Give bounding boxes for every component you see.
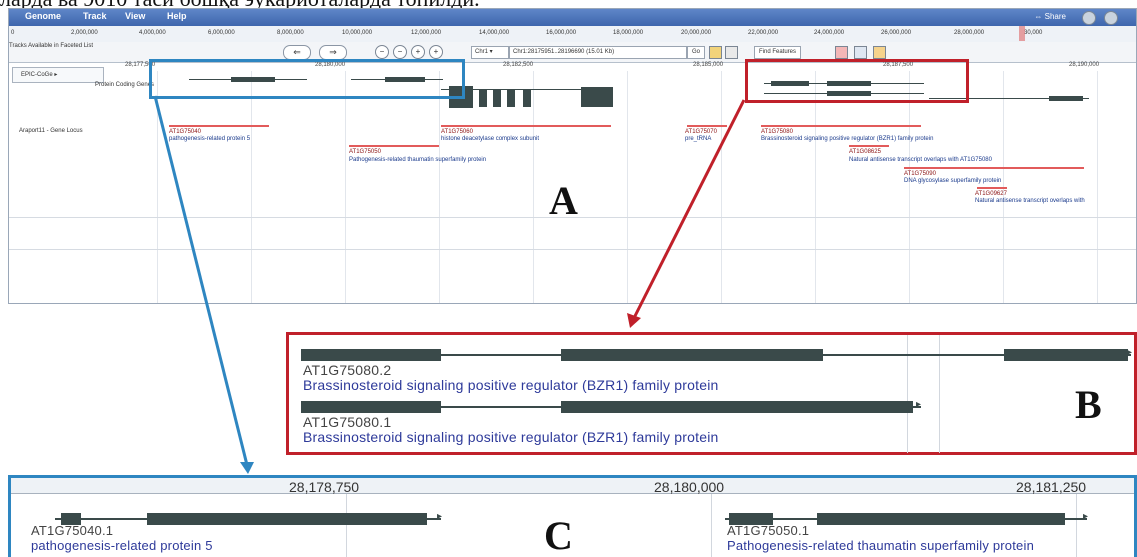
ruler-tick: 28,180,000 [654,479,725,495]
blue-connector-line [153,95,249,466]
exon [301,401,441,413]
transcript-desc: Brassinosteroid signaling positive regul… [303,429,719,445]
zoom-panel-c: 28,178,750 28,180,000 28,181,250 ▸ AT1G7… [8,475,1137,557]
exon [147,513,427,525]
ruler-tick: 28,181,250 [1016,479,1087,495]
red-connector-line [632,99,746,319]
strand-arrow-icon: ▸ [437,511,443,522]
connector-arrows [153,95,746,474]
strand-arrow-icon: ▸ [916,399,922,410]
transcript-desc: Brassinosteroid signaling positive regul… [303,377,719,393]
coordinate-ruler-c: 28,178,750 28,180,000 28,181,250 [11,478,1134,495]
transcript-desc: Pathogenesis-related thaumatin superfami… [727,538,1035,553]
grid-line [907,335,908,453]
ruler-tick: 28,178,750 [289,479,360,495]
exon [561,349,823,361]
transcript-desc: pathogenesis-related protein 5 [31,538,213,553]
panel-c-label: C [544,513,573,557]
strand-arrow-icon: ▸ [1083,511,1089,522]
grid-line [1076,494,1077,557]
exon [561,401,913,413]
blue-arrowhead-icon [240,462,254,474]
grid-line [939,335,940,453]
panel-b-label: B [1075,382,1102,427]
exon [817,513,1065,525]
transcript-id[interactable]: AT1G75040.1 [31,523,113,538]
exon [301,349,441,361]
transcript-id[interactable]: AT1G75050.1 [727,523,809,538]
exon [1004,349,1128,361]
zoom-panel-b: ▸ AT1G75080.2 Brassinosteroid signaling … [286,332,1137,455]
grid-line [346,494,347,557]
grid-line [711,494,712,557]
strand-arrow-icon: ▸ [1127,347,1133,358]
transcript-id[interactable]: AT1G75080.2 [303,362,391,378]
transcript-id[interactable]: AT1G75080.1 [303,414,391,430]
